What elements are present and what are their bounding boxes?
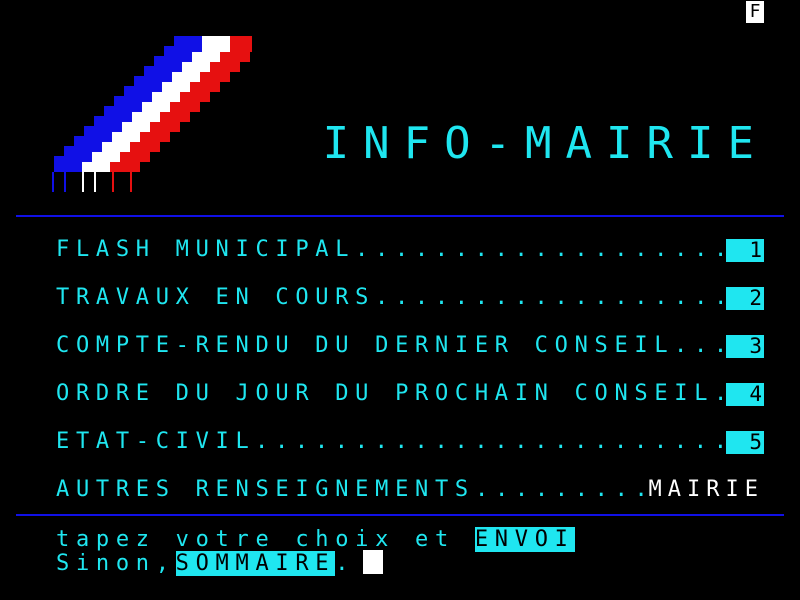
menu-item-flash-municipal[interactable]: FLASH MUNICIPAL ........................…: [56, 236, 764, 264]
flag-fringe: [82, 172, 84, 192]
flag-band-white: [202, 36, 232, 52]
menu-item-etat-civil[interactable]: ETAT-CIVIL .............................…: [56, 428, 764, 456]
menu-item-compte-rendu[interactable]: COMPTE-RENDU DU DERNIER CONSEIL ........…: [56, 332, 764, 360]
prompt-text: Sinon,: [56, 551, 176, 576]
menu-item-label: TRAVAUX EN COURS: [56, 285, 376, 310]
prompt-line-2: Sinon,SOMMAIRE.: [56, 550, 384, 578]
menu-item-travaux[interactable]: TRAVAUX EN COURS .......................…: [56, 284, 764, 312]
menu-item-leader: ........................................…: [355, 237, 722, 262]
menu-item-label: COMPTE-RENDU DU DERNIER CONSEIL: [56, 333, 675, 358]
menu-item-leader: ........................................…: [375, 285, 722, 310]
menu-item-key: 2: [726, 287, 764, 310]
menu-item-label: AUTRES RENSEIGNEMENTS: [56, 477, 475, 502]
page-title: INFO-MAIRIE: [322, 118, 768, 169]
menu-item-leader: ........................................…: [674, 333, 722, 358]
prompt-text: tapez votre choix et: [56, 527, 475, 552]
menu-item-key: 4: [726, 383, 764, 406]
menu-item-key: 5: [726, 431, 764, 454]
menu-item-autres-renseignements[interactable]: AUTRES RENSEIGNEMENTS ..................…: [56, 476, 764, 504]
menu-item-leader: ........................................…: [714, 380, 722, 408]
minitel-screen: F INFO-MAIRIE FLASH MUNICIPAL ..........…: [16, 0, 784, 600]
top-divider: [16, 215, 784, 217]
text-cursor[interactable]: [363, 550, 384, 574]
flag-band-red: [230, 36, 252, 52]
menu-item-label: ORDRE DU JOUR DU PROCHAIN CONSEIL: [56, 381, 715, 406]
prompt-end: .: [335, 551, 356, 576]
menu-item-leader: ........................................…: [255, 429, 722, 454]
menu-item-key: MAIRIE: [648, 477, 764, 502]
flag-fringe: [94, 172, 96, 192]
flag-fringe: [112, 172, 114, 192]
menu-item-key: 3: [726, 335, 764, 358]
menu-item-leader: ........................................…: [475, 477, 645, 502]
menu-item-ordre-du-jour[interactable]: ORDRE DU JOUR DU PROCHAIN CONSEIL ......…: [56, 380, 764, 408]
menu-item-key: 1: [726, 239, 764, 262]
flag-fringe: [64, 172, 66, 192]
tricolor-flag-icon: [52, 36, 252, 192]
menu-item-label: FLASH MUNICIPAL: [56, 237, 356, 262]
envoi-key[interactable]: ENVOI: [474, 527, 575, 552]
connection-indicator: F: [746, 1, 764, 23]
bottom-divider: [16, 514, 784, 516]
flag-fringe: [52, 172, 54, 192]
flag-band-blue: [174, 36, 204, 52]
menu-item-label: ETAT-CIVIL: [56, 429, 256, 454]
sommaire-key[interactable]: SOMMAIRE: [175, 551, 336, 576]
flag-fringe: [130, 172, 132, 192]
